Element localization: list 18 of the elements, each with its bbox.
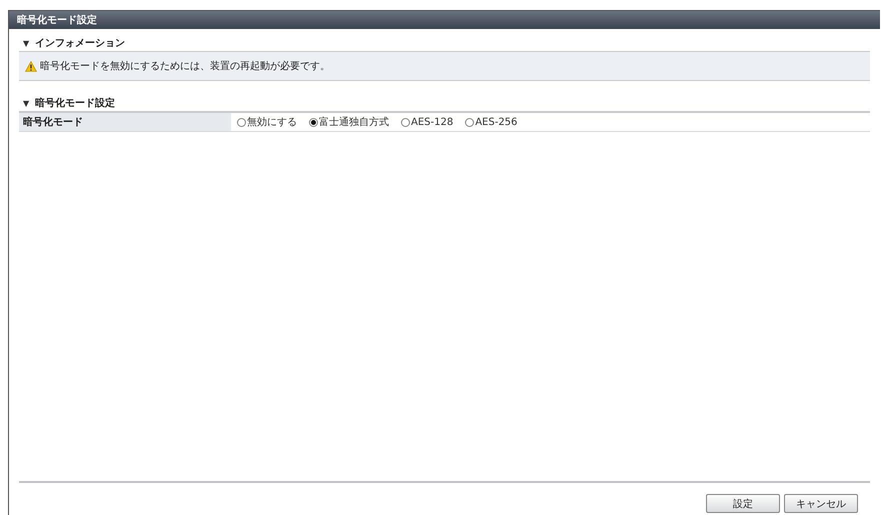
- section-heading: 暗号化モード設定: [35, 96, 116, 110]
- cancel-button[interactable]: キャンセル: [784, 494, 858, 513]
- collapse-arrow[interactable]: ▼: [23, 98, 30, 108]
- radio-button[interactable]: [465, 118, 474, 126]
- warning-icon: [25, 60, 37, 72]
- radio-button[interactable]: [401, 118, 410, 126]
- radio-button[interactable]: [309, 118, 318, 126]
- radio-option[interactable]: AES-256: [465, 115, 518, 129]
- window-title: 暗号化モード設定: [17, 13, 97, 27]
- radio-option[interactable]: 無効にする: [237, 115, 297, 129]
- radio-option[interactable]: 富士通独自方式: [309, 115, 389, 129]
- section-heading: インフォメーション: [35, 37, 126, 50]
- radio-button[interactable]: [237, 118, 246, 126]
- collapse-arrow[interactable]: ▼: [23, 38, 30, 48]
- apply-button[interactable]: 設定: [706, 494, 780, 513]
- info-message: 暗号化モードを無効にするためには、装置の再起動が必要です。: [40, 60, 330, 73]
- field-label: 暗号化モード: [23, 115, 83, 129]
- radio-option[interactable]: AES-128: [401, 115, 454, 129]
